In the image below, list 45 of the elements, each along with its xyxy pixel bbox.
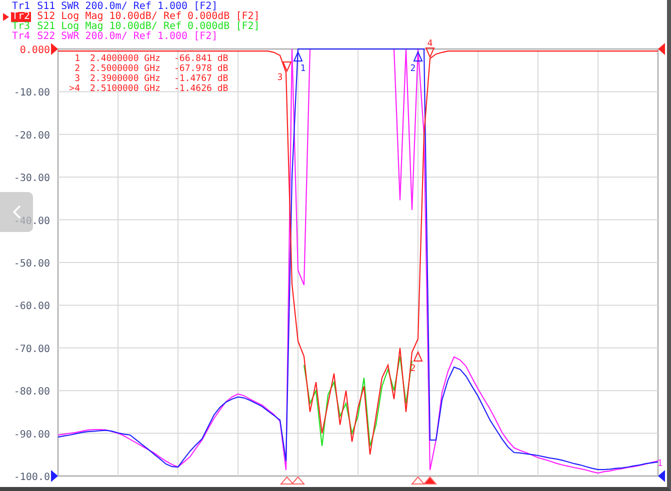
marker-number: >4 xyxy=(69,84,80,94)
trace-parameter: S22 xyxy=(37,32,56,42)
trace-parameter: S21 xyxy=(37,22,56,32)
marker-number: 2 xyxy=(74,64,80,74)
marker-frequency: 2.3900000 GHz xyxy=(90,74,160,84)
trace-settings: Log Mag 10.00dB/ Ref 0.000dB [F2] xyxy=(61,12,260,22)
trace-settings: Log Mag 10.00dB/ Ref 0.000dB [F2] xyxy=(61,22,260,32)
axis-label: -40.00 xyxy=(14,216,50,227)
marker-value: -1.4626 dB xyxy=(174,84,228,94)
reference-right-icon xyxy=(658,470,665,482)
marker-value: -67.978 dB xyxy=(174,64,228,74)
marker-value: -66.841 dB xyxy=(174,54,228,64)
trace-parameter: S12 xyxy=(37,12,56,22)
axis-label: 0.000 xyxy=(20,45,50,56)
marker-label: 3 xyxy=(277,73,283,83)
axis-label: -50.00 xyxy=(14,258,50,270)
marker-frequency: 2.4000000 GHz xyxy=(90,54,160,64)
marker-number: 3 xyxy=(74,74,80,84)
marker-icon xyxy=(290,476,306,484)
axis-label: -80.00 xyxy=(14,386,50,398)
marker-value: -1.4767 dB xyxy=(174,74,228,84)
marker-label: 1 xyxy=(657,459,663,469)
axis-label: -70.00 xyxy=(14,344,50,355)
trace-name[interactable]: Tr1 xyxy=(11,2,32,12)
reference-right-icon xyxy=(658,43,665,55)
axis-label: -20.00 xyxy=(14,130,50,142)
trace-parameter: S11 xyxy=(37,2,56,12)
active-trace-icon xyxy=(3,13,9,21)
marker-icon xyxy=(410,476,426,484)
axis-label: -90.00 xyxy=(14,429,50,440)
marker-label: 1 xyxy=(300,64,306,74)
marker-label: 2 xyxy=(410,64,416,74)
axis-label: -100.0 xyxy=(14,472,50,483)
marker-label: 4 xyxy=(427,39,433,49)
axis-label: -60.00 xyxy=(14,301,50,312)
trace-name[interactable]: Tr2 xyxy=(11,12,32,22)
axis-label: -10.00 xyxy=(14,88,50,99)
trace-name[interactable]: Tr4 xyxy=(11,32,32,42)
marker-frequency: 2.5000000 GHz xyxy=(90,64,160,74)
axis-label: -30.00 xyxy=(14,173,50,184)
marker-number: 1 xyxy=(74,54,80,64)
trace-settings: SWR 200.0m/ Ref 1.000 [F2] xyxy=(61,32,218,42)
trace-settings: SWR 200.0m/ Ref 1.000 [F2] xyxy=(61,2,218,12)
marker-icon xyxy=(280,476,294,484)
marker-frequency: 2.5100000 GHz xyxy=(90,84,160,94)
